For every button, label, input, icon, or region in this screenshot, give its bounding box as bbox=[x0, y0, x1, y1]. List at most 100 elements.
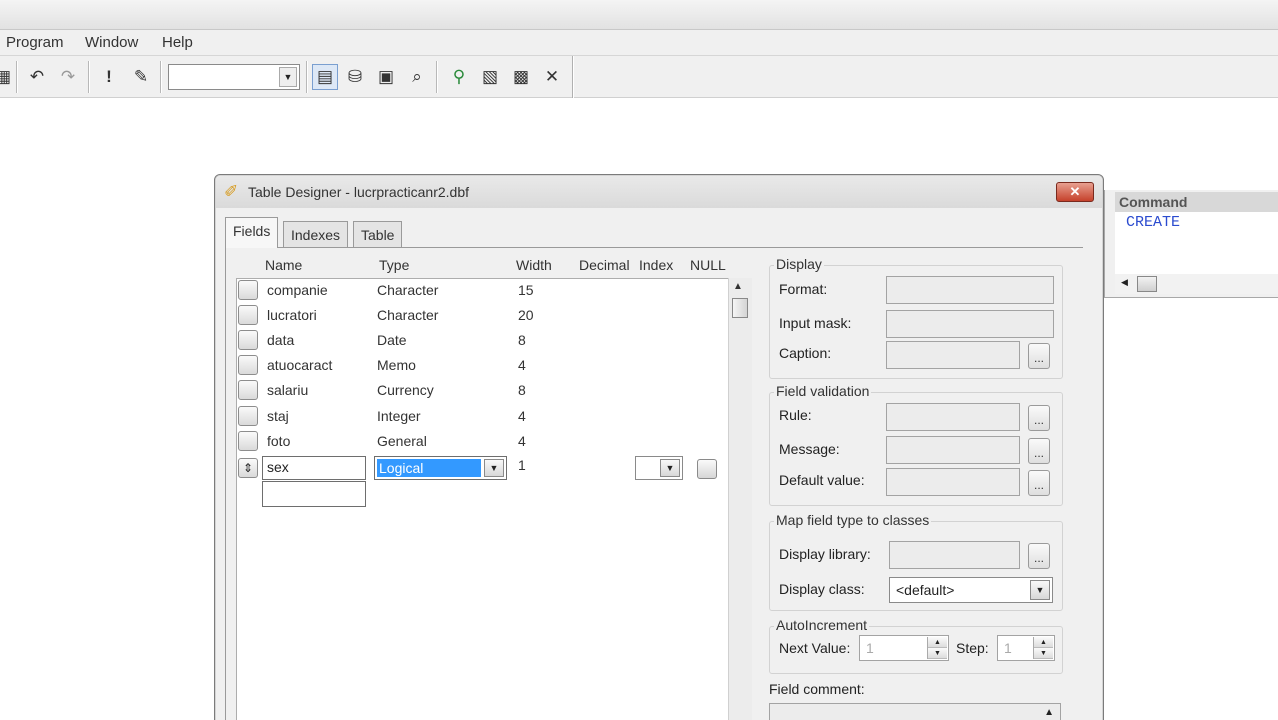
input-mask-field[interactable] bbox=[886, 310, 1054, 338]
step-spinner[interactable]: 1 ▲ ▼ bbox=[997, 635, 1055, 661]
dialog-title-bar[interactable]: ✐ Table Designer - lucrpracticanr2.dbf ✕ bbox=[216, 176, 1102, 208]
field-type-select[interactable]: Logical ▼ bbox=[374, 456, 507, 480]
row-selector-button[interactable] bbox=[238, 431, 258, 451]
redo-icon[interactable]: ↷ bbox=[55, 64, 81, 90]
spin-down-icon[interactable]: ▼ bbox=[1034, 648, 1053, 659]
command-input-area[interactable]: CREATE bbox=[1115, 212, 1278, 274]
scroll-left-icon[interactable]: ◀ bbox=[1121, 277, 1128, 288]
row-selector-button[interactable] bbox=[238, 305, 258, 325]
caption-label: Caption: bbox=[779, 345, 832, 361]
task-list-icon[interactable]: ▩ bbox=[508, 64, 534, 90]
grid-vertical-scrollbar[interactable]: ▲ bbox=[728, 278, 752, 720]
index-select[interactable]: ▼ bbox=[635, 456, 683, 480]
spin-down-icon[interactable]: ▼ bbox=[928, 648, 947, 659]
row-selector-button[interactable] bbox=[238, 280, 258, 300]
scroll-up-icon[interactable]: ▲ bbox=[733, 281, 743, 292]
table-row-editing[interactable]: ⇕ sex Logical ▼ 1 ▼ bbox=[237, 456, 727, 481]
class-browser-icon[interactable]: ⚲ bbox=[446, 64, 472, 90]
rule-field[interactable] bbox=[886, 403, 1020, 431]
field-type: Character bbox=[377, 307, 439, 323]
data-session-icon[interactable]: ⛁ bbox=[342, 64, 368, 90]
chevron-down-icon[interactable]: ▼ bbox=[484, 459, 504, 477]
field-name: companie bbox=[267, 282, 328, 298]
row-selector-button[interactable] bbox=[238, 406, 258, 426]
command-window-title[interactable]: Command bbox=[1115, 192, 1278, 212]
tab-table[interactable]: Table bbox=[353, 221, 403, 247]
tab-fields[interactable]: Fields bbox=[225, 217, 279, 248]
column-header-width: Width bbox=[516, 257, 552, 273]
new-field-name-input[interactable] bbox=[262, 481, 366, 507]
row-mover-icon[interactable]: ⇕ bbox=[238, 458, 258, 478]
scroll-thumb[interactable] bbox=[732, 298, 748, 318]
toolbar-combo[interactable]: ▼ bbox=[168, 64, 300, 90]
field-name: staj bbox=[267, 408, 289, 424]
command-horizontal-scrollbar[interactable]: ◀ bbox=[1115, 274, 1278, 294]
caption-ellipsis-button[interactable]: ... bbox=[1028, 343, 1050, 369]
caption-field[interactable] bbox=[886, 341, 1020, 369]
scroll-up-icon[interactable]: ▲ bbox=[1044, 707, 1054, 718]
message-field[interactable] bbox=[886, 436, 1020, 464]
null-checkbox[interactable] bbox=[697, 459, 717, 479]
format-field[interactable] bbox=[886, 276, 1054, 304]
object-browser-icon[interactable]: ▧ bbox=[477, 64, 503, 90]
row-selector-button[interactable] bbox=[238, 330, 258, 350]
message-ellipsis-button[interactable]: ... bbox=[1028, 438, 1050, 464]
menu-program[interactable]: Program bbox=[6, 34, 64, 51]
chevron-down-icon[interactable]: ▼ bbox=[1030, 580, 1050, 600]
field-comment-textarea[interactable]: ▲ bbox=[769, 703, 1061, 720]
display-class-value: <default> bbox=[896, 582, 955, 598]
field-type: Integer bbox=[377, 408, 421, 424]
spin-up-icon[interactable]: ▲ bbox=[928, 637, 947, 648]
modify-icon[interactable]: ✎ bbox=[128, 64, 154, 90]
field-validation-title: Field validation bbox=[774, 383, 872, 399]
table-row[interactable]: data Date 8 bbox=[237, 328, 727, 353]
spinner-buttons[interactable]: ▲ ▼ bbox=[927, 637, 947, 659]
table-row[interactable]: foto General 4 bbox=[237, 429, 727, 454]
table-row[interactable]: staj Integer 4 bbox=[237, 404, 727, 429]
tab-indexes[interactable]: Indexes bbox=[283, 221, 349, 247]
next-value-spinner[interactable]: 1 ▲ ▼ bbox=[859, 635, 949, 661]
dialog-title: Table Designer - lucrpracticanr2.dbf bbox=[248, 184, 469, 200]
spinner-buttons[interactable]: ▲ ▼ bbox=[1033, 637, 1053, 659]
default-value-ellipsis-button[interactable]: ... bbox=[1028, 470, 1050, 496]
table-row[interactable]: salariu Currency 8 bbox=[237, 378, 727, 403]
command-window-icon[interactable]: ▤ bbox=[312, 64, 338, 90]
spin-up-icon[interactable]: ▲ bbox=[1034, 637, 1053, 648]
field-width-value[interactable]: 1 bbox=[518, 457, 526, 473]
field-name: atuocaract bbox=[267, 357, 333, 373]
table-row[interactable]: lucratori Character 20 bbox=[237, 303, 727, 328]
menu-window[interactable]: Window bbox=[85, 34, 138, 51]
command-text: CREATE bbox=[1126, 214, 1181, 231]
toolbox-icon[interactable]: ✕ bbox=[539, 64, 565, 90]
menu-help[interactable]: Help bbox=[162, 34, 193, 51]
display-library-ellipsis-button[interactable]: ... bbox=[1028, 543, 1050, 569]
field-name-input[interactable]: sex bbox=[262, 456, 366, 480]
column-header-null: NULL bbox=[690, 257, 726, 273]
field-name: salariu bbox=[267, 382, 309, 398]
display-class-select[interactable]: <default> ▼ bbox=[889, 577, 1053, 603]
close-button[interactable]: ✕ bbox=[1056, 182, 1094, 202]
code-view-icon[interactable]: ⌕ bbox=[404, 64, 430, 90]
display-library-field[interactable] bbox=[889, 541, 1020, 569]
chevron-down-icon[interactable]: ▼ bbox=[279, 67, 297, 87]
toolbar-separator bbox=[16, 61, 18, 93]
properties-icon[interactable]: ▣ bbox=[373, 64, 399, 90]
table-row[interactable]: companie Character 15 bbox=[237, 278, 727, 303]
row-selector-button[interactable] bbox=[238, 380, 258, 400]
toolbar-separator bbox=[160, 61, 162, 93]
menu-bar: Program Window Help bbox=[0, 30, 1278, 56]
default-value-field[interactable] bbox=[886, 468, 1020, 496]
step-value: 1 bbox=[1004, 640, 1012, 656]
field-type: Date bbox=[377, 332, 407, 348]
run-icon[interactable]: ! bbox=[96, 64, 122, 90]
scroll-thumb[interactable] bbox=[1137, 276, 1157, 292]
row-selector-button[interactable] bbox=[238, 355, 258, 375]
rule-ellipsis-button[interactable]: ... bbox=[1028, 405, 1050, 431]
field-type: Character bbox=[377, 282, 439, 298]
chevron-down-icon[interactable]: ▼ bbox=[660, 459, 680, 477]
table-row[interactable]: atuocaract Memo 4 bbox=[237, 353, 727, 378]
print-icon[interactable]: ▦ bbox=[0, 64, 16, 90]
toolbar-separator bbox=[306, 61, 308, 93]
field-type-value: Logical bbox=[377, 459, 481, 477]
undo-icon[interactable]: ↶ bbox=[24, 64, 50, 90]
